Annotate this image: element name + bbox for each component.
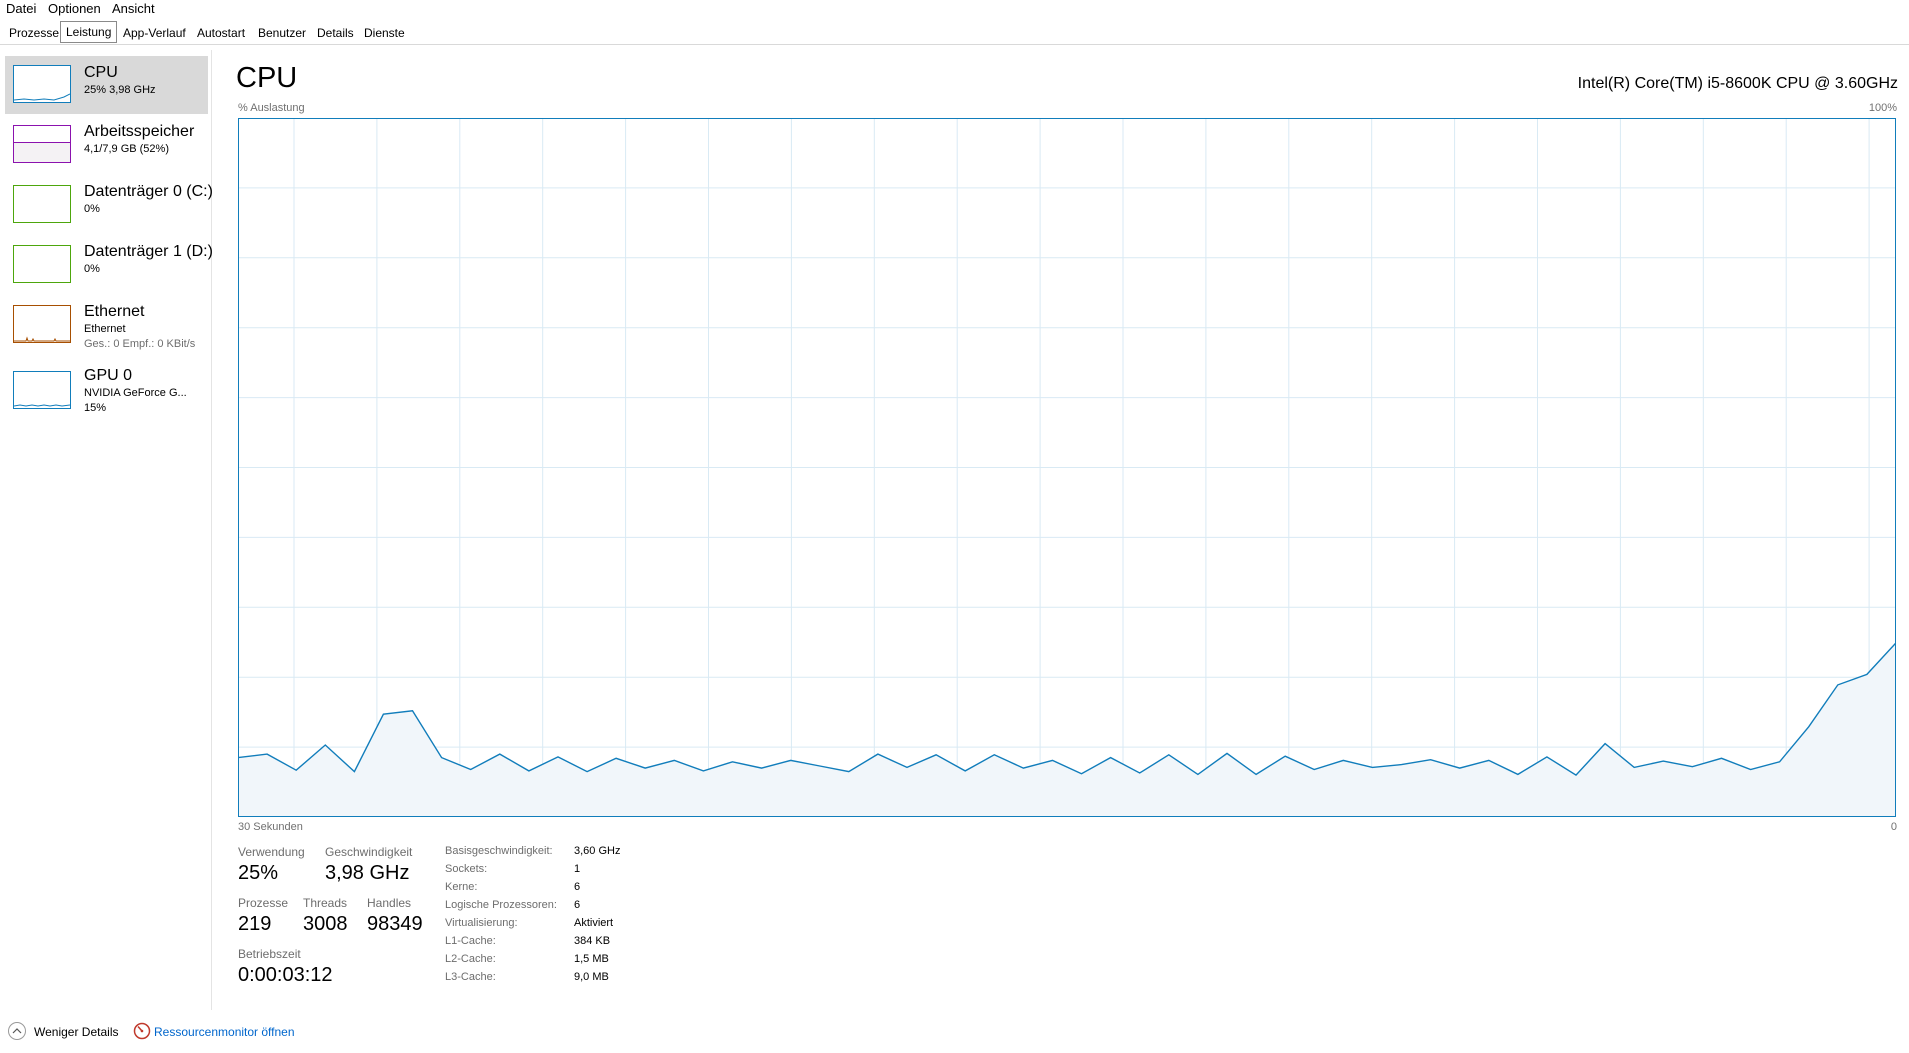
graph-x-end-label: 0	[1890, 821, 1897, 833]
stat-verwendung-label: Verwendung	[238, 845, 305, 859]
graph-x-label: 30 Sekunden	[238, 821, 303, 833]
spec-value: 9,0 MB	[574, 971, 609, 983]
sidebar-item-gpu-0[interactable]: GPU 0 NVIDIA GeForce G... 15%	[5, 362, 208, 420]
spec-value: 6	[574, 899, 581, 911]
cpu-usage-chart	[238, 118, 1896, 817]
sidebar-item-subtitle: 4,1/7,9 GB (52%)	[84, 143, 169, 155]
footer-bar: Weniger Details Ressourcenmonitor öffnen	[0, 1012, 1909, 1053]
sidebar-item-title: GPU 0	[84, 367, 133, 384]
spec-label: Logische Prozessoren:	[445, 899, 557, 911]
spec-label: Sockets:	[445, 863, 488, 875]
tab-bar: Prozesse Leistung App-Verlauf Autostart …	[0, 21, 1909, 45]
chart-grid	[238, 118, 1896, 817]
stat-geschwindigkeit-value: 3,98 GHz	[325, 862, 410, 884]
stat-threads-value: 3008	[303, 913, 348, 935]
sidebar-item-subtitle: NVIDIA GeForce G...	[84, 387, 187, 399]
memory-mini-graph-icon	[13, 125, 71, 163]
chevron-up-icon[interactable]	[8, 1022, 26, 1040]
resource-sidebar: CPU 25% 3,98 GHz Arbeitsspeicher 4,1/7,9…	[0, 50, 213, 1010]
spec-value: Aktiviert	[574, 917, 614, 929]
graph-y-max-label: 100%	[1868, 102, 1897, 114]
tab-app-verlauf[interactable]: App-Verlauf	[117, 23, 192, 43]
sidebar-item-title: Datenträger 0 (C:)	[84, 183, 213, 200]
cpu-mini-graph-icon	[13, 65, 71, 103]
stat-prozesse-value: 219	[238, 913, 272, 935]
tab-dienste[interactable]: Dienste	[358, 23, 411, 43]
menu-ansicht[interactable]: Ansicht	[112, 1, 155, 16]
sidebar-item-title: Arbeitsspeicher	[84, 123, 195, 140]
sidebar-item-title: Ethernet	[84, 303, 145, 320]
menu-datei[interactable]: Datei	[6, 1, 36, 16]
network-mini-graph-icon	[13, 305, 71, 343]
spec-label: Basisgeschwindigkeit:	[445, 845, 553, 857]
stat-handles-label: Handles	[367, 896, 412, 910]
tab-autostart[interactable]: Autostart	[191, 23, 251, 43]
sidebar-item-subtitle: 0%	[84, 263, 100, 275]
sidebar-item-detail: 15%	[84, 402, 107, 414]
sidebar-item-subtitle: 0%	[84, 203, 100, 215]
spec-label: L2-Cache:	[445, 953, 496, 965]
open-resource-monitor-link[interactable]: Ressourcenmonitor öffnen	[154, 1025, 295, 1039]
stat-handles-value: 98349	[367, 913, 423, 935]
spec-value: 6	[574, 881, 581, 893]
spec-value: 3,60 GHz	[574, 845, 621, 857]
sidebar-item-datentraeger-0[interactable]: Datenträger 0 (C:) 0%	[5, 176, 213, 234]
stat-verwendung-value: 25%	[238, 862, 279, 884]
gpu-mini-graph-icon	[13, 371, 71, 409]
spec-label: L1-Cache:	[445, 935, 496, 947]
sidebar-item-subtitle: 25% 3,98 GHz	[84, 84, 156, 96]
sidebar-item-datentraeger-1[interactable]: Datenträger 1 (D:) 0%	[5, 236, 213, 294]
tab-details[interactable]: Details	[311, 23, 360, 43]
stat-prozesse-label: Prozesse	[238, 896, 289, 910]
stat-betriebszeit-value: 0:00:03:12	[238, 964, 333, 986]
sidebar-item-arbeitsspeicher[interactable]: Arbeitsspeicher 4,1/7,9 GB (52%)	[5, 116, 208, 174]
graph-y-label: % Auslastung	[238, 102, 305, 114]
spec-label: L3-Cache:	[445, 971, 496, 983]
cpu-usage-area	[238, 642, 1896, 817]
spec-value: 384 KB	[574, 935, 611, 947]
spec-value: 1,5 MB	[574, 953, 609, 965]
tab-prozesse[interactable]: Prozesse	[3, 23, 65, 43]
sidebar-item-cpu[interactable]: CPU 25% 3,98 GHz	[5, 56, 208, 114]
cpu-usage-line	[238, 642, 1896, 777]
spec-label: Kerne:	[445, 881, 478, 893]
sidebar-item-ethernet[interactable]: Ethernet Ethernet Ges.: 0 Empf.: 0 KBit/…	[5, 296, 208, 354]
fewer-details-button[interactable]: Weniger Details	[34, 1025, 118, 1039]
tab-benutzer[interactable]: Benutzer	[252, 23, 312, 43]
sidebar-item-title: Datenträger 1 (D:)	[84, 243, 213, 260]
cpu-model-name: Intel(R) Core(TM) i5-8600K CPU @ 3.60GHz	[1577, 75, 1898, 92]
stat-threads-label: Threads	[303, 896, 348, 910]
resource-monitor-icon[interactable]	[133, 1022, 151, 1040]
disk-mini-graph-icon	[13, 185, 71, 223]
sidebar-item-title: CPU	[84, 64, 118, 81]
stat-geschwindigkeit-label: Geschwindigkeit	[325, 845, 413, 859]
menu-bar: Datei Optionen Ansicht	[0, 0, 1909, 18]
page-title: CPU	[236, 62, 298, 94]
stat-betriebszeit-label: Betriebszeit	[238, 947, 301, 961]
sidebar-item-subtitle: Ethernet	[84, 323, 126, 335]
spec-value: 1	[574, 863, 581, 875]
menu-optionen[interactable]: Optionen	[48, 1, 101, 16]
disk-mini-graph-icon	[13, 245, 71, 283]
tab-leistung[interactable]: Leistung	[60, 21, 118, 43]
sidebar-item-detail: Ges.: 0 Empf.: 0 KBit/s	[84, 338, 196, 350]
spec-label: Virtualisierung:	[445, 917, 518, 929]
